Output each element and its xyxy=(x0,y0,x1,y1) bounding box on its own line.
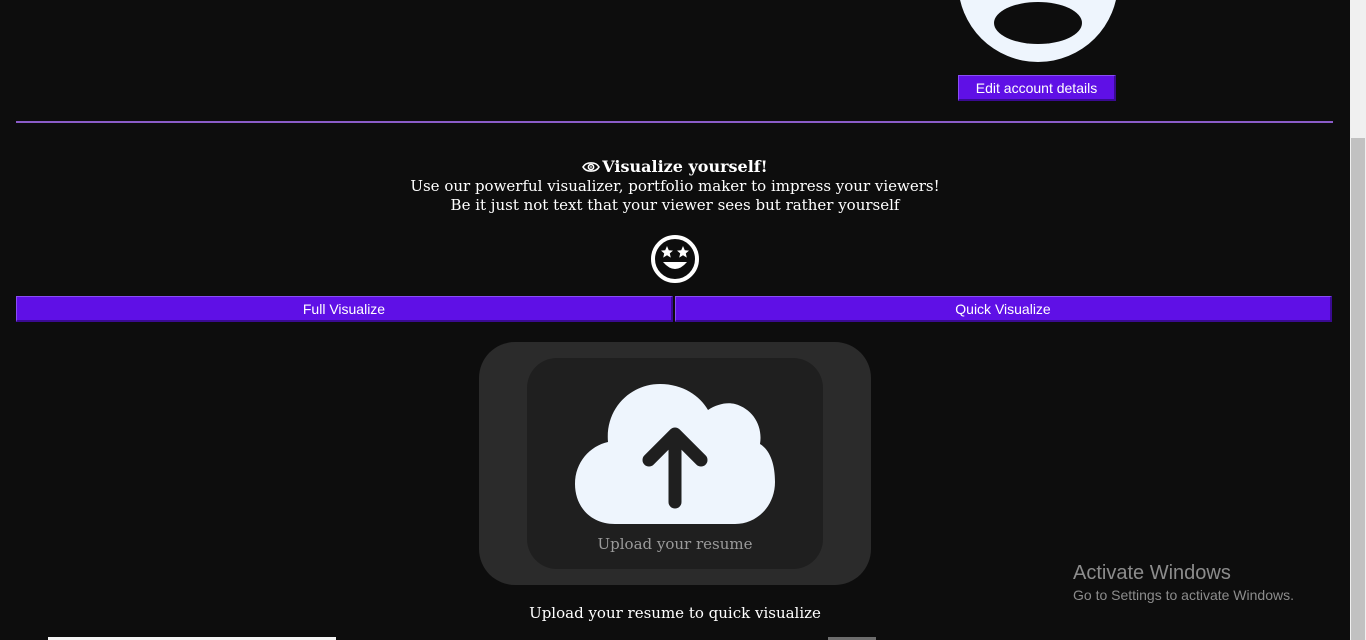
star-eyes-smile-icon xyxy=(651,235,699,283)
activate-windows-subtitle: Go to Settings to activate Windows. xyxy=(1073,587,1294,603)
avatar xyxy=(958,0,1118,62)
visualize-heading: Visualize yourself! xyxy=(0,157,1350,176)
quick-visualize-button[interactable]: Quick Visualize xyxy=(675,296,1332,322)
profile-page: Edit account details Visualize yourself!… xyxy=(0,0,1366,640)
visualize-description-1: Use our powerful visualizer, portfolio m… xyxy=(410,177,940,195)
activate-windows-title: Activate Windows xyxy=(1073,562,1231,584)
upload-card: Upload your resume xyxy=(479,342,871,585)
upload-caption: Upload your resume to quick visualize xyxy=(529,604,821,622)
upload-dropzone[interactable]: Upload your resume xyxy=(527,358,823,569)
cloud-upload-icon xyxy=(575,384,775,524)
eye-icon xyxy=(582,161,601,172)
avatar-silhouette xyxy=(994,2,1082,44)
visualize-title: Visualize yourself! xyxy=(602,157,768,176)
upload-label: Upload your resume xyxy=(597,535,753,553)
visualize-description-2: Be it just not text that your viewer see… xyxy=(450,196,900,214)
scrollbar-thumb[interactable] xyxy=(1351,138,1365,640)
full-visualize-button[interactable]: Full Visualize xyxy=(16,296,673,322)
edit-account-button[interactable]: Edit account details xyxy=(958,75,1116,101)
section-divider xyxy=(16,121,1333,123)
